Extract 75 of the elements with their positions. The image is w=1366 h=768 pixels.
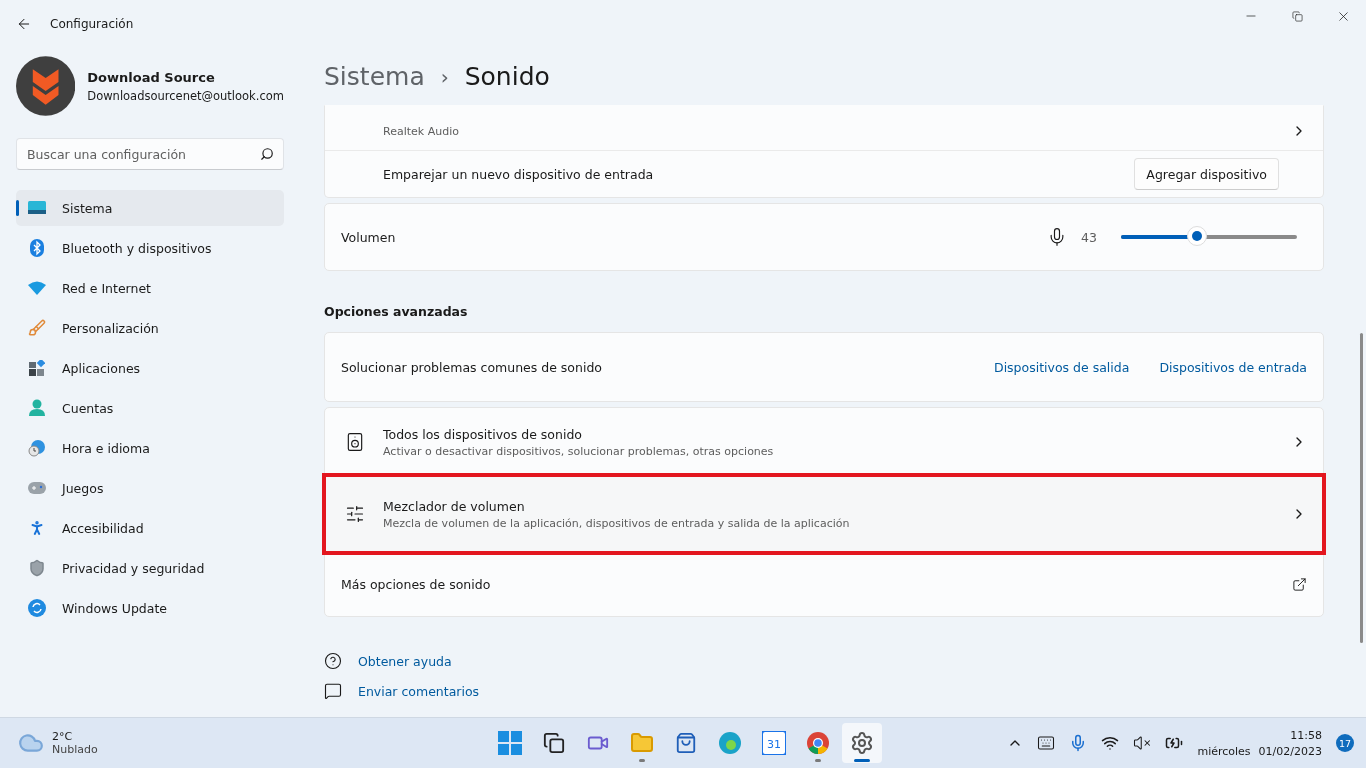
row-subtitle: Activar o desactivar dispositivos, solucionar problemas, otras opciones <box>383 444 775 458</box>
search-icon <box>260 147 274 161</box>
row-subtitle: Mezcla de volumen de la aplicación, dispositivos de entrada y salida de la aplicación <box>383 516 851 530</box>
settings-icon <box>850 731 874 756</box>
sliders-icon <box>345 504 365 524</box>
clock-day: miércoles <box>1197 744 1251 758</box>
bluetooth-icon <box>30 239 44 257</box>
profile-email: Downloadsourcenet@outlook.com <box>87 88 284 103</box>
window-title: Configuración <box>50 17 134 31</box>
task-view-icon <box>543 732 565 755</box>
row-label: Solucionar problemas comunes de sonido <box>341 359 602 375</box>
taskbar-app[interactable] <box>842 723 882 764</box>
sidebar-item[interactable]: Windows Update <box>16 590 284 626</box>
volume-reading: 43 <box>1081 229 1097 245</box>
search-field[interactable]: Buscar una configuración <box>16 138 284 170</box>
sidebar-item[interactable]: Sistema <box>16 190 284 226</box>
sidebar-item[interactable]: Red e Internet <box>16 270 284 306</box>
sidebar-item[interactable]: Aplicaciones <box>16 350 284 386</box>
browser-icon <box>718 731 742 756</box>
taskbar-app[interactable]: 31 <box>754 723 794 764</box>
update-icon <box>28 599 46 617</box>
windows-logo-icon <box>498 731 522 756</box>
clock-time: 11:58 <box>1290 728 1322 742</box>
person-icon <box>29 399 45 417</box>
scrollbar[interactable] <box>1360 333 1363 643</box>
back-icon <box>16 16 32 32</box>
speaker-muted-icon <box>1133 734 1152 753</box>
device-subtitle: Realtek Audio <box>383 124 460 138</box>
sidebar-item[interactable]: Hora e idioma <box>16 430 284 466</box>
add-device-button[interactable]: Agregar dispositivo <box>1134 158 1279 190</box>
monitor-icon <box>28 201 46 215</box>
sidebar-item[interactable]: Cuentas <box>16 390 284 426</box>
clock-date: 01/02/2023 <box>1258 744 1322 758</box>
help-icon <box>324 652 342 670</box>
help-link[interactable]: Obtener ayuda <box>358 653 452 669</box>
settings-row[interactable]: Mezclador de volumen Mezcla de volumen de la aplicación, dispositivos de entrada y salida de la aplicación <box>325 476 1323 552</box>
sidebar-item[interactable]: Accesibilidad <box>16 510 284 546</box>
weather-condition: Nublado <box>52 743 98 757</box>
speaker-icon <box>345 432 365 452</box>
gamepad-icon <box>28 482 46 494</box>
notification-badge[interactable]: 17 <box>1336 734 1354 753</box>
external-link-icon <box>1292 576 1307 592</box>
avatar-logo-icon <box>16 56 76 116</box>
brush-icon <box>28 319 46 337</box>
breadcrumb-separator: › <box>440 64 449 89</box>
section-heading: Opciones avanzadas <box>324 304 469 319</box>
sidebar-item[interactable]: Personalización <box>16 310 284 346</box>
profile-name: Download Source <box>87 69 216 85</box>
feedback-icon <box>324 682 342 700</box>
sidebar-item[interactable]: Juegos <box>16 470 284 506</box>
row-title: Más opciones de sonido <box>341 576 492 592</box>
chrome-icon <box>806 731 830 756</box>
sidebar-item[interactable]: Privacidad y seguridad <box>16 550 284 586</box>
volume-label: Volumen <box>341 229 397 245</box>
globe-clock-icon <box>28 439 46 457</box>
link[interactable]: Dispositivos de entrada <box>1159 359 1307 375</box>
apps-icon <box>29 360 45 376</box>
restore-icon[interactable] <box>1291 10 1303 22</box>
store-icon <box>675 732 697 755</box>
wifi-icon <box>28 281 46 295</box>
settings-row[interactable]: Todos los dispositivos de sonido Activar o desactivar dispositivos, solucionar problemas, otras opciones <box>325 408 1323 476</box>
settings-row[interactable]: Más opciones de sonido <box>325 552 1323 616</box>
link[interactable]: Dispositivos de salida <box>994 359 1130 375</box>
breadcrumb-parent[interactable]: Sistema <box>324 62 425 91</box>
calendar-icon: 31 <box>762 731 786 756</box>
row-title: Todos los dispositivos de sonido <box>383 426 583 442</box>
row-title: Mezclador de volumen <box>383 498 526 514</box>
row-label: Emparejar un nuevo dispositivo de entrada <box>383 166 654 182</box>
wifi-icon <box>1101 734 1120 753</box>
page-title: Sonido <box>464 62 550 91</box>
help-link[interactable]: Enviar comentarios <box>358 683 480 699</box>
weather-temp: 2°C <box>52 730 74 744</box>
sidebar-item[interactable]: Bluetooth y dispositivos <box>16 230 284 266</box>
keyboard-icon <box>1037 734 1056 753</box>
shield-icon <box>28 559 46 577</box>
